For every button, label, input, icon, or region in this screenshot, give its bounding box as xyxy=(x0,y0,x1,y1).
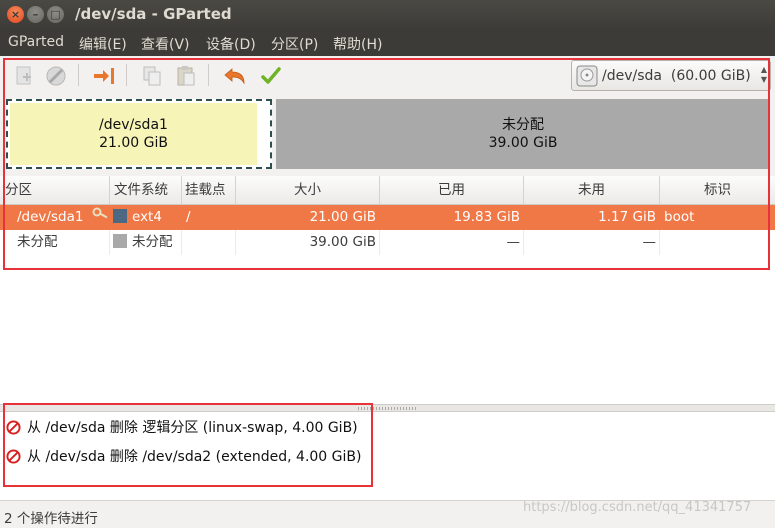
title-bar: × – □ /dev/sda - GParted xyxy=(0,0,775,30)
operation-text: 从 /dev/sda 删除 /dev/sda2 (extended, 4.00 … xyxy=(27,449,362,465)
cell-flags: boot xyxy=(664,209,695,225)
column-header-size[interactable]: 大小 xyxy=(236,176,380,205)
table-row[interactable]: 未分配 未分配 39.00 GiB — — xyxy=(0,230,775,255)
menu-partition[interactable]: 分区(P) xyxy=(271,34,318,54)
partition-block-name: /dev/sda1 xyxy=(99,117,168,133)
copy-icon xyxy=(143,66,161,86)
column-header-unused[interactable]: 未用 xyxy=(524,176,660,205)
partition-table: 分区 文件系统 挂载点 大小 已用 未用 标识 /dev/sda1 ext4 /… xyxy=(0,176,775,404)
undo-icon xyxy=(224,68,245,85)
pane-divider-handle[interactable] xyxy=(0,404,775,412)
cell-size: 21.00 GiB xyxy=(309,209,376,225)
apply-button[interactable] xyxy=(257,62,285,90)
cell-partition: /dev/sda1 xyxy=(17,209,84,225)
cell-mountpoint: / xyxy=(186,209,191,225)
apply-icon xyxy=(261,67,281,84)
column-header-partition[interactable]: 分区 xyxy=(0,176,110,205)
new-partition-icon xyxy=(16,66,31,85)
resize-move-icon xyxy=(94,68,114,84)
hard-disk-icon xyxy=(576,65,598,86)
menu-device[interactable]: 设备(D) xyxy=(206,34,256,54)
delete-icon xyxy=(6,419,21,435)
toolbar-separator xyxy=(208,64,209,86)
column-header-filesystem[interactable]: 文件系统 xyxy=(110,176,182,205)
grip-icon xyxy=(358,407,418,410)
filesystem-color-swatch xyxy=(113,234,127,248)
column-header-used[interactable]: 已用 xyxy=(380,176,524,205)
partition-block-size: 39.00 GiB xyxy=(488,135,558,151)
column-header-mountpoint[interactable]: 挂载点 xyxy=(182,176,236,205)
menu-view[interactable]: 查看(V) xyxy=(141,34,190,54)
list-item[interactable]: 从 /dev/sda 删除 /dev/sda2 (extended, 4.00 … xyxy=(6,446,361,466)
cell-filesystem: 未分配 xyxy=(113,230,173,255)
cell-unused: — xyxy=(642,234,657,250)
cell-size: 39.00 GiB xyxy=(309,234,376,250)
partition-block-unallocated[interactable]: 未分配 39.00 GiB xyxy=(276,99,770,169)
menu-edit[interactable]: 编辑(E) xyxy=(79,34,127,54)
pending-operations-list: 从 /dev/sda 删除 逻辑分区 (linux-swap, 4.00 GiB… xyxy=(0,412,775,500)
cell-unused: 1.17 GiB xyxy=(598,209,656,225)
cell-used: — xyxy=(506,234,521,250)
table-row[interactable]: /dev/sda1 ext4 / 21.00 GiB 19.83 GiB 1.1… xyxy=(0,205,775,230)
cell-filesystem: ext4 xyxy=(113,205,162,230)
undo-button[interactable] xyxy=(221,62,249,90)
menu-bar: GParted 编辑(E) 查看(V) 设备(D) 分区(P) 帮助(H) xyxy=(0,30,775,56)
resize-move-button[interactable] xyxy=(90,62,118,90)
menu-gparted[interactable]: GParted xyxy=(8,34,64,50)
spin-arrows-icon: ▲ ▼ xyxy=(760,65,767,84)
delete-icon xyxy=(46,66,66,86)
toolbar-separator xyxy=(126,64,127,86)
minimize-window-button[interactable]: – xyxy=(27,6,44,23)
cell-used: 19.83 GiB xyxy=(453,209,520,225)
toolbar-separator xyxy=(78,64,79,86)
maximize-window-button[interactable]: □ xyxy=(47,6,64,23)
list-item[interactable]: 从 /dev/sda 删除 逻辑分区 (linux-swap, 4.00 GiB… xyxy=(6,417,358,437)
partition-block-name: 未分配 xyxy=(502,117,544,133)
partition-block-sda1[interactable]: /dev/sda1 21.00 GiB xyxy=(6,99,272,169)
copy-button[interactable] xyxy=(138,62,166,90)
delete-icon xyxy=(6,448,21,464)
status-text: 2 个操作待进行 xyxy=(4,511,98,527)
menu-help[interactable]: 帮助(H) xyxy=(333,34,382,54)
partition-block-size: 21.00 GiB xyxy=(99,135,168,151)
partition-map: /dev/sda1 21.00 GiB 未分配 39.00 GiB xyxy=(0,96,775,174)
watermark: https://blog.csdn.net/qq_41341757 xyxy=(523,500,752,515)
key-icon xyxy=(92,204,108,229)
filesystem-color-swatch xyxy=(113,209,127,223)
operation-text: 从 /dev/sda 删除 逻辑分区 (linux-swap, 4.00 GiB… xyxy=(27,420,358,436)
cell-partition: 未分配 xyxy=(17,234,58,250)
device-select-value: /dev/sda (60.00 GiB) xyxy=(602,67,751,84)
device-select[interactable]: /dev/sda (60.00 GiB) ▲ ▼ xyxy=(571,60,771,91)
paste-icon xyxy=(177,66,195,86)
window-title: /dev/sda - GParted xyxy=(75,5,232,23)
close-window-button[interactable]: × xyxy=(7,6,24,23)
column-header-flags[interactable]: 标识 xyxy=(660,176,775,205)
new-partition-button[interactable] xyxy=(10,62,38,90)
paste-button[interactable] xyxy=(172,62,200,90)
table-header: 分区 文件系统 挂载点 大小 已用 未用 标识 xyxy=(0,176,775,205)
delete-partition-button[interactable] xyxy=(42,62,70,90)
